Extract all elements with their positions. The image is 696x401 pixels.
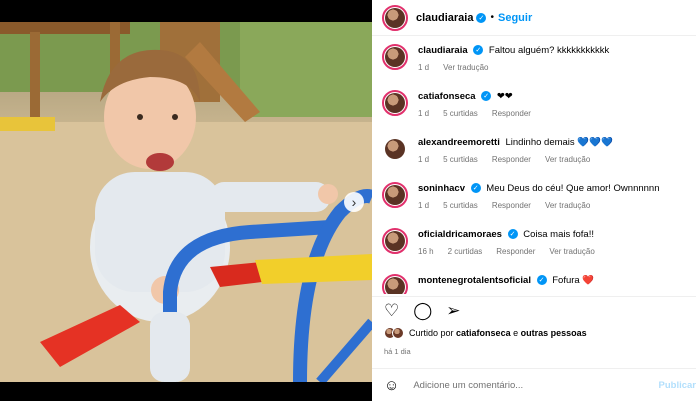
- reply-link[interactable]: Responder: [492, 107, 531, 120]
- reply-link[interactable]: Responder: [496, 245, 535, 258]
- translate-link[interactable]: Ver tradução: [545, 153, 590, 166]
- comment-item: claudiaraia ✓ Faltou alguém? kkkkkkkkkkk…: [372, 36, 696, 82]
- comment-item: soninhacv ✓ Meu Deus do céu! Que amor! O…: [372, 174, 696, 220]
- comment-text: Meu Deus do céu! Que amor! Ownnnnnn: [486, 183, 660, 194]
- comment-username[interactable]: soninhacv: [418, 183, 465, 194]
- comment-age[interactable]: 1 d: [418, 199, 429, 212]
- author-username[interactable]: claudiaraia: [416, 12, 473, 24]
- post-actions-bar: ♡ ◯ ➢: [372, 296, 696, 324]
- comment-item: alexandreemoretti Lindinho demais 💙💙💙 1 …: [372, 128, 696, 174]
- verified-badge-icon: ✓: [476, 12, 487, 23]
- comment-item: montenegrotalentsoficial ✓ Fofura ❤️: [372, 266, 696, 294]
- commenter-avatar[interactable]: [382, 136, 408, 162]
- liker-avatar: [392, 327, 404, 339]
- commenter-avatar[interactable]: [382, 274, 408, 294]
- likes-joiner: e: [513, 328, 519, 338]
- author-avatar[interactable]: [382, 4, 408, 31]
- comment-username[interactable]: catiafonseca: [418, 91, 476, 102]
- comment-age[interactable]: 1 d: [418, 153, 429, 166]
- blue-hearts-emoji: 💙💙💙: [577, 137, 613, 148]
- liker-username[interactable]: catiafonseca: [456, 328, 511, 338]
- comments-list[interactable]: claudiaraia ✓ Faltou alguém? kkkkkkkkkkk…: [372, 36, 696, 294]
- comment-likes[interactable]: 5 curtidas: [443, 153, 478, 166]
- post-sidebar: claudiaraia ✓ • Seguir claudiaraia ✓ Fal…: [372, 0, 696, 401]
- smiley-icon[interactable]: ☺: [384, 377, 399, 394]
- photo-illustration: [0, 22, 372, 382]
- comment-username[interactable]: oficialdricamoraes: [418, 229, 502, 240]
- comment-username[interactable]: claudiaraia: [418, 45, 468, 56]
- post-photo: ›: [0, 22, 372, 382]
- verified-badge-icon: ✓: [507, 229, 518, 240]
- comment-text: Coisa mais fofa!!: [523, 229, 594, 240]
- add-comment-bar: ☺ Adicione um comentário... Publicar: [372, 368, 696, 401]
- comment-text: Fofura: [552, 275, 580, 286]
- verified-badge-icon: ✓: [481, 91, 492, 102]
- post-header: claudiaraia ✓ • Seguir: [372, 0, 696, 36]
- next-photo-button[interactable]: ›: [344, 192, 364, 212]
- post-media-panel: ›: [0, 0, 372, 401]
- commenter-avatar[interactable]: [382, 90, 408, 116]
- commenter-avatar[interactable]: [382, 228, 408, 254]
- comment-age[interactable]: 1 d: [418, 107, 429, 120]
- reply-link[interactable]: Responder: [492, 199, 531, 212]
- comment-likes[interactable]: 2 curtidas: [448, 245, 483, 258]
- post-timestamp: há 1 dia: [384, 347, 411, 356]
- heart-outline-icon[interactable]: ♡: [384, 301, 399, 321]
- translate-link[interactable]: Ver tradução: [545, 199, 590, 212]
- comment-text: Faltou alguém? kkkkkkkkkkk: [488, 45, 610, 56]
- publish-button[interactable]: Publicar: [659, 380, 696, 391]
- comment-likes[interactable]: 5 curtidas: [443, 199, 478, 212]
- comment-text: Lindinho demais: [505, 137, 575, 148]
- header-separator: •: [490, 12, 494, 23]
- comment-text: ❤︎❤︎: [496, 91, 513, 102]
- comment-age[interactable]: 1 d: [418, 61, 429, 74]
- translate-link[interactable]: Ver tradução: [549, 245, 594, 258]
- translate-link[interactable]: Ver tradução: [443, 61, 488, 74]
- verified-badge-icon: ✓: [470, 183, 481, 194]
- comment-username[interactable]: montenegrotalentsoficial: [418, 275, 531, 286]
- red-heart-emoji: ❤️: [582, 275, 595, 286]
- follow-button[interactable]: Seguir: [498, 12, 532, 24]
- commenter-avatar[interactable]: [382, 182, 408, 208]
- comment-item: oficialdricamoraes ✓ Coisa mais fofa!! 1…: [372, 220, 696, 266]
- verified-badge-icon: ✓: [473, 45, 484, 56]
- paper-plane-icon[interactable]: ➢: [446, 301, 460, 321]
- likes-prefix: Curtido por: [409, 328, 454, 338]
- comment-bubble-icon[interactable]: ◯: [413, 301, 432, 321]
- comment-likes[interactable]: 5 curtidas: [443, 107, 478, 120]
- comment-username[interactable]: alexandreemoretti: [418, 137, 500, 148]
- comment-item: catiafonseca ✓ ❤︎❤︎ 1 d 5 curtidas Respo…: [372, 82, 696, 128]
- likes-summary[interactable]: Curtido por catiafonseca e outras pessoa…: [384, 327, 587, 339]
- comment-input[interactable]: Adicione um comentário...: [413, 380, 523, 391]
- reply-link[interactable]: Responder: [492, 153, 531, 166]
- commenter-avatar[interactable]: [382, 44, 408, 70]
- verified-badge-icon: ✓: [536, 275, 547, 286]
- chevron-right-icon: ›: [351, 194, 357, 210]
- comment-age[interactable]: 16 h: [418, 245, 434, 258]
- other-likers-link[interactable]: outras pessoas: [521, 328, 587, 338]
